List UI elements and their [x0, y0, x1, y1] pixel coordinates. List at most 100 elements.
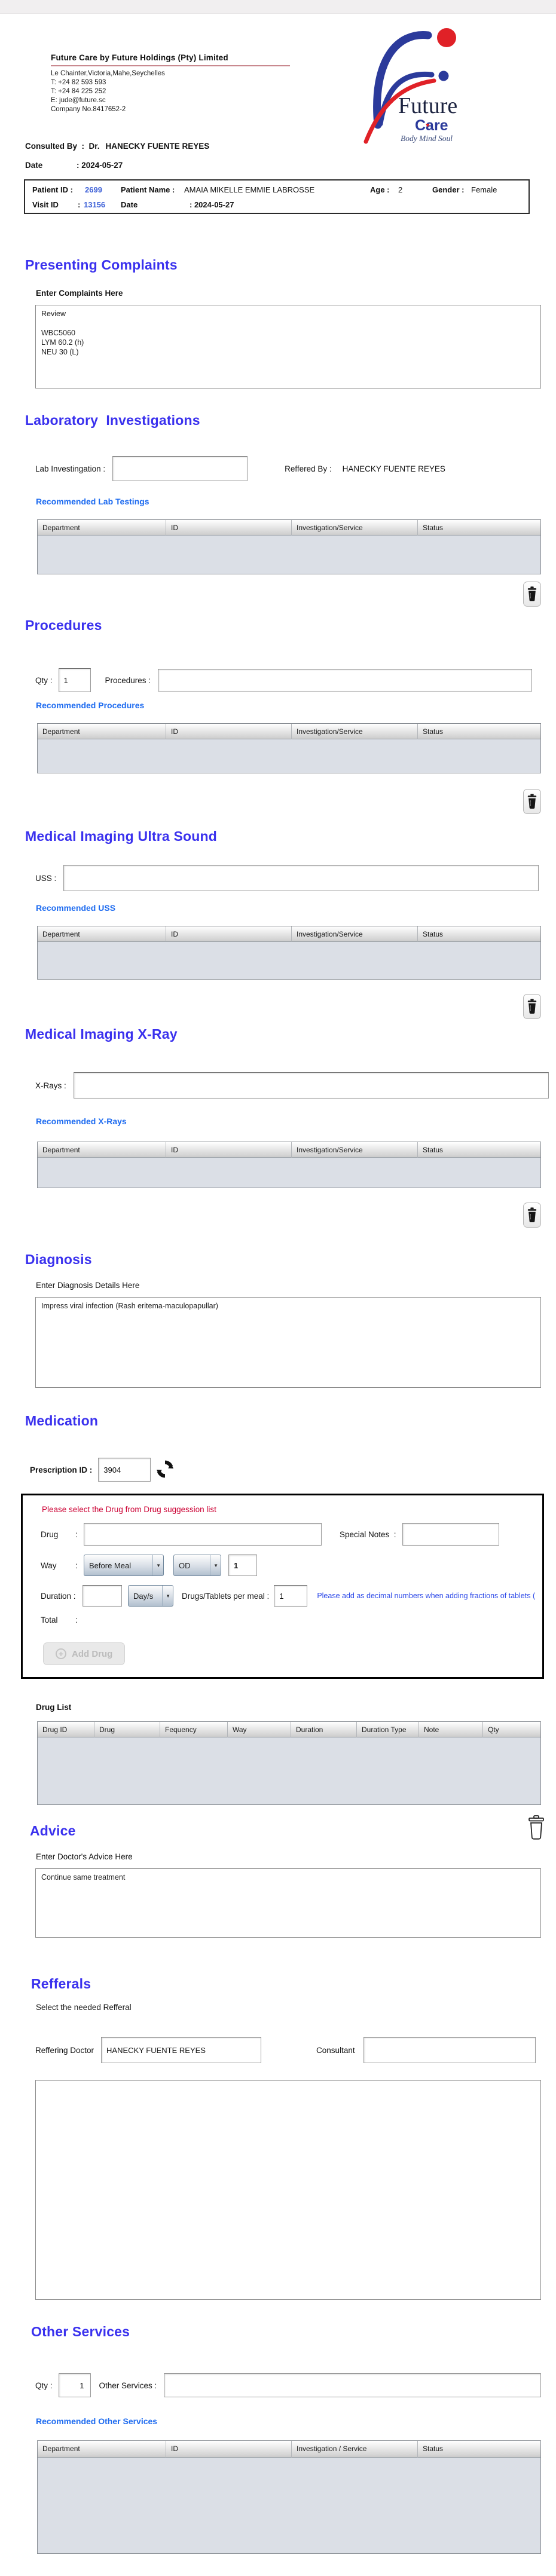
delete-lab-testing-button[interactable] [523, 582, 541, 607]
recommended-procedures-label: Recommended Procedures [36, 700, 145, 710]
consultant-label: Consultant [316, 2045, 355, 2055]
refresh-prescription-button[interactable] [155, 1458, 175, 1482]
column-header-frequency: Fequency [160, 1722, 228, 1737]
trash-icon [527, 998, 537, 1015]
advice-textarea[interactable]: Continue same treatment [35, 1868, 541, 1938]
section-heading-ultrasound: Medical Imaging Ultra Sound [25, 828, 218, 844]
drug-list-table: Drug ID Drug Fequency Way Duration Durat… [37, 1721, 541, 1805]
meal-timing-select[interactable]: Before Meal ▼ [84, 1555, 164, 1576]
column-header-department: Department [38, 926, 166, 942]
add-drug-button-label: Add Drug [72, 1648, 113, 1659]
uss-input[interactable] [63, 865, 539, 891]
trash-icon [527, 586, 537, 602]
diagnosis-textarea[interactable]: Impress viral infection (Rash eritema-ma… [35, 1297, 541, 1388]
consult-date-label: Date [25, 161, 43, 170]
patient-gender-label: Gender : [432, 185, 465, 194]
address-line: Le Chainter,Victoria,Mahe,Seychelles [51, 70, 165, 77]
referral-list-box[interactable] [35, 2080, 541, 2300]
visit-date-label: Date [121, 200, 138, 209]
column-header-drug: Drug [94, 1722, 160, 1737]
delete-uss-button[interactable] [523, 994, 541, 1019]
column-header-way: Way [228, 1722, 291, 1737]
visit-id-colon: : [78, 200, 81, 209]
uss-table-body[interactable] [38, 942, 540, 979]
procedures-label: Procedures : [105, 675, 151, 685]
add-drug-button[interactable]: + Add Drug [43, 1642, 126, 1665]
column-header-id: ID [166, 724, 292, 739]
advice-label: Enter Doctor's Advice Here [36, 1852, 133, 1861]
drug-label: Drug [41, 1529, 59, 1539]
section-heading-advice: Advice [30, 1823, 76, 1838]
other-services-label: Other Services : [99, 2381, 157, 2390]
other-table-body[interactable] [38, 2458, 540, 2553]
per-meal-input[interactable] [274, 1585, 308, 1607]
patient-id-label: Patient ID : [32, 185, 73, 194]
column-header-investigation: Investigation/Service [292, 1142, 418, 1158]
lab-table-header: Department ID Investigation/Service Stat… [38, 520, 540, 536]
address-phone2: T: +24 84 225 252 [51, 88, 106, 95]
meal-timing-value: Before Meal [89, 1561, 132, 1570]
delete-advice-button[interactable] [527, 1815, 545, 1843]
drug-input[interactable] [84, 1523, 322, 1546]
xray-input[interactable] [73, 1072, 549, 1099]
complaints-label: Enter Complaints Here [36, 289, 123, 298]
decimal-note: Please add as decimal numbers when addin… [317, 1592, 535, 1600]
patient-name-label: Patient Name : [121, 185, 175, 194]
special-notes-input[interactable] [402, 1523, 499, 1546]
uss-table: Department ID Investigation/Service Stat… [37, 926, 541, 980]
prescription-id-input[interactable] [98, 1458, 151, 1482]
procedures-input[interactable] [158, 669, 533, 692]
drug-table-header: Drug ID Drug Fequency Way Duration Durat… [38, 1722, 540, 1737]
total-label-colon: : [75, 1616, 78, 1624]
section-heading-other-services: Other Services [31, 2324, 130, 2339]
drug-list-label: Drug List [36, 1703, 72, 1712]
column-header-id: ID [166, 926, 292, 942]
refresh-icon [155, 1458, 175, 1482]
heart-icon: ♥ [426, 122, 430, 129]
duration-unit-select[interactable]: Day/s ▼ [128, 1585, 173, 1607]
plus-circle-icon: + [56, 1648, 66, 1659]
trash-icon [527, 1207, 537, 1223]
column-header-department: Department [38, 1142, 166, 1158]
drug-label-colon: : [75, 1529, 78, 1539]
special-notes-label: Special Notes : [340, 1529, 396, 1539]
consulted-by-label: Consulted By : Dr. [25, 142, 100, 151]
other-services-table: Department ID Investigation / Service St… [37, 2440, 541, 2554]
lab-investigation-input[interactable] [112, 456, 248, 481]
frequency-select[interactable]: OD ▼ [173, 1555, 221, 1576]
recommended-uss-label: Recommended USS [36, 903, 116, 913]
other-table-header: Department ID Investigation / Service St… [38, 2441, 540, 2458]
recommended-other-services-label: Recommended Other Services [36, 2416, 158, 2426]
section-heading-procedures: Procedures [25, 617, 102, 633]
duration-input[interactable] [83, 1585, 122, 1607]
procedures-table: Department ID Investigation/Service Stat… [37, 723, 541, 773]
consult-date-line: Date : 2024-05-27 [25, 161, 556, 170]
letterhead: Future Care by Future Holdings (Pty) Lim… [0, 14, 556, 144]
procedures-table-body[interactable] [38, 739, 540, 773]
uss-table-header: Department ID Investigation/Service Stat… [38, 926, 540, 942]
xray-table-body[interactable] [38, 1158, 540, 1188]
consultant-input[interactable] [363, 2037, 536, 2063]
chevron-down-icon: ▼ [152, 1555, 161, 1575]
duration-label: Duration : [41, 1591, 76, 1601]
delete-xray-button[interactable] [523, 1203, 541, 1228]
delete-procedure-button[interactable] [523, 789, 541, 814]
trash-outline-icon [527, 1815, 545, 1843]
logo-word-care: Care [415, 117, 448, 134]
complaints-textarea[interactable]: Review WBC5060 LYM 60.2 (h) NEU 30 (L) [35, 305, 541, 388]
procedures-qty-input[interactable] [58, 668, 91, 692]
referral-select-label: Select the needed Refferal [36, 2003, 132, 2012]
way-qty-input[interactable] [228, 1555, 257, 1576]
referring-doctor-input[interactable] [101, 2037, 262, 2063]
address-phone1: T: +24 82 593 593 [51, 79, 106, 86]
way-label-colon: : [75, 1561, 78, 1570]
lab-table-body[interactable] [38, 536, 540, 574]
other-qty-input[interactable] [58, 2373, 91, 2397]
referred-by-value: HANECKY FUENTE REYES [342, 464, 445, 473]
column-header-status: Status [418, 2441, 540, 2458]
chevron-down-icon: ▼ [210, 1555, 218, 1575]
patient-info-box: Patient ID : 2699 Patient Name : AMAIA M… [24, 179, 530, 214]
patient-name-value: AMAIA MIKELLE EMMIE LABROSSE [184, 185, 315, 194]
other-services-input[interactable] [164, 2373, 541, 2397]
drug-table-body[interactable] [38, 1737, 540, 1804]
